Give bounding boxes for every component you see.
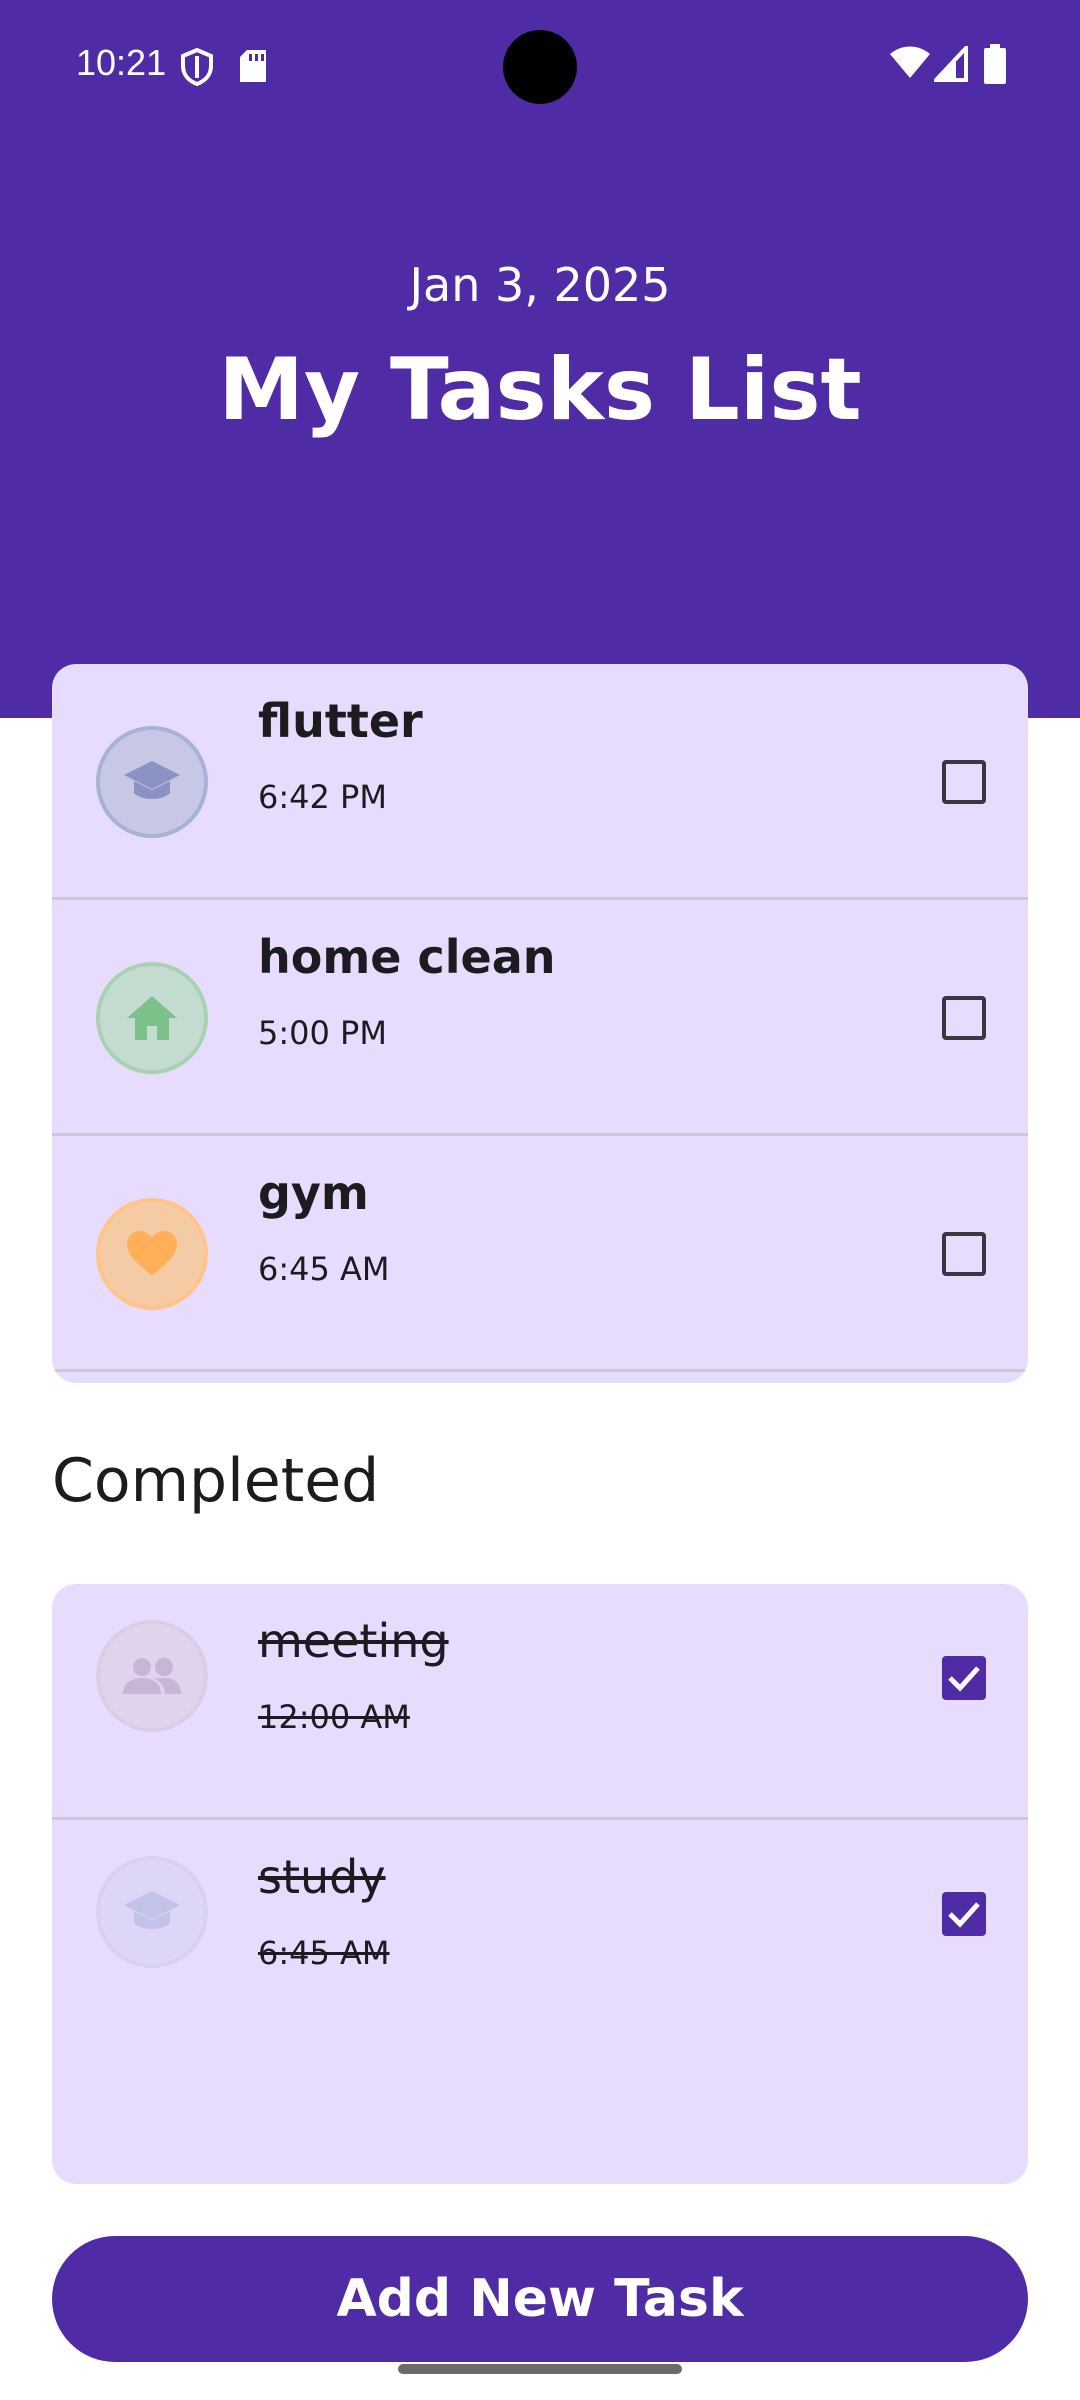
task-row-gym[interactable]: gym 6:45 AM [52,1136,1028,1372]
shield-icon [181,48,213,86]
task-time: 6:45 AM [258,1250,390,1288]
task-row-study[interactable]: study 6:45 AM [52,1820,1028,2056]
status-time: 10:21 [76,42,167,83]
house-icon [127,996,177,1040]
category-avatar [96,1856,208,1968]
task-checkbox[interactable] [942,996,986,1040]
task-time: 5:00 PM [258,1014,387,1052]
task-checkbox[interactable] [942,760,986,804]
graduation-cap-icon [124,761,180,799]
task-time: 12:00 AM [258,1698,410,1736]
current-date: Jan 3, 2025 [409,258,671,312]
category-avatar [96,1620,208,1732]
graduation-cap-icon [124,1891,180,1929]
home-indicator[interactable] [398,2364,682,2374]
task-checkbox[interactable] [942,1232,986,1276]
category-avatar [96,726,208,838]
task-name: study [258,1850,386,1904]
heart-icon [127,1231,177,1276]
people-icon [123,1658,181,1694]
task-name: meeting [258,1614,449,1668]
battery-icon [984,44,1006,84]
task-name: home clean [258,930,556,984]
category-avatar [96,1198,208,1310]
check-icon [948,1666,980,1692]
task-time: 6:45 AM [258,1934,390,1972]
task-row-meeting[interactable]: meeting 12:00 AM [52,1584,1028,1820]
add-new-task-button[interactable]: Add New Task [52,2236,1028,2362]
signal-icon [934,46,968,82]
category-avatar [96,962,208,1074]
task-checkbox-checked[interactable] [942,1892,986,1936]
task-name: flutter [258,694,423,748]
wifi-icon [890,46,930,78]
check-icon [948,1902,980,1928]
task-time: 6:42 PM [258,778,387,816]
sd-card-icon [240,50,266,82]
task-row-flutter[interactable]: flutter 6:42 PM [52,664,1028,900]
completed-task-list: meeting 12:00 AM study 6:45 AM [52,1584,1028,2184]
task-name: gym [258,1166,369,1220]
task-row-home-clean[interactable]: home clean 5:00 PM [52,900,1028,1136]
todo-task-list: flutter 6:42 PM home clean 5:00 PM gym 6… [52,664,1028,1383]
page-title: My Tasks List [218,340,862,440]
header: 10:21 Jan 3, 2025 My Tasks List [0,0,1080,718]
front-camera [503,30,577,104]
completed-section-title: Completed [52,1446,380,1516]
status-bar: 10:21 [0,0,1080,130]
task-checkbox-checked[interactable] [942,1656,986,1700]
